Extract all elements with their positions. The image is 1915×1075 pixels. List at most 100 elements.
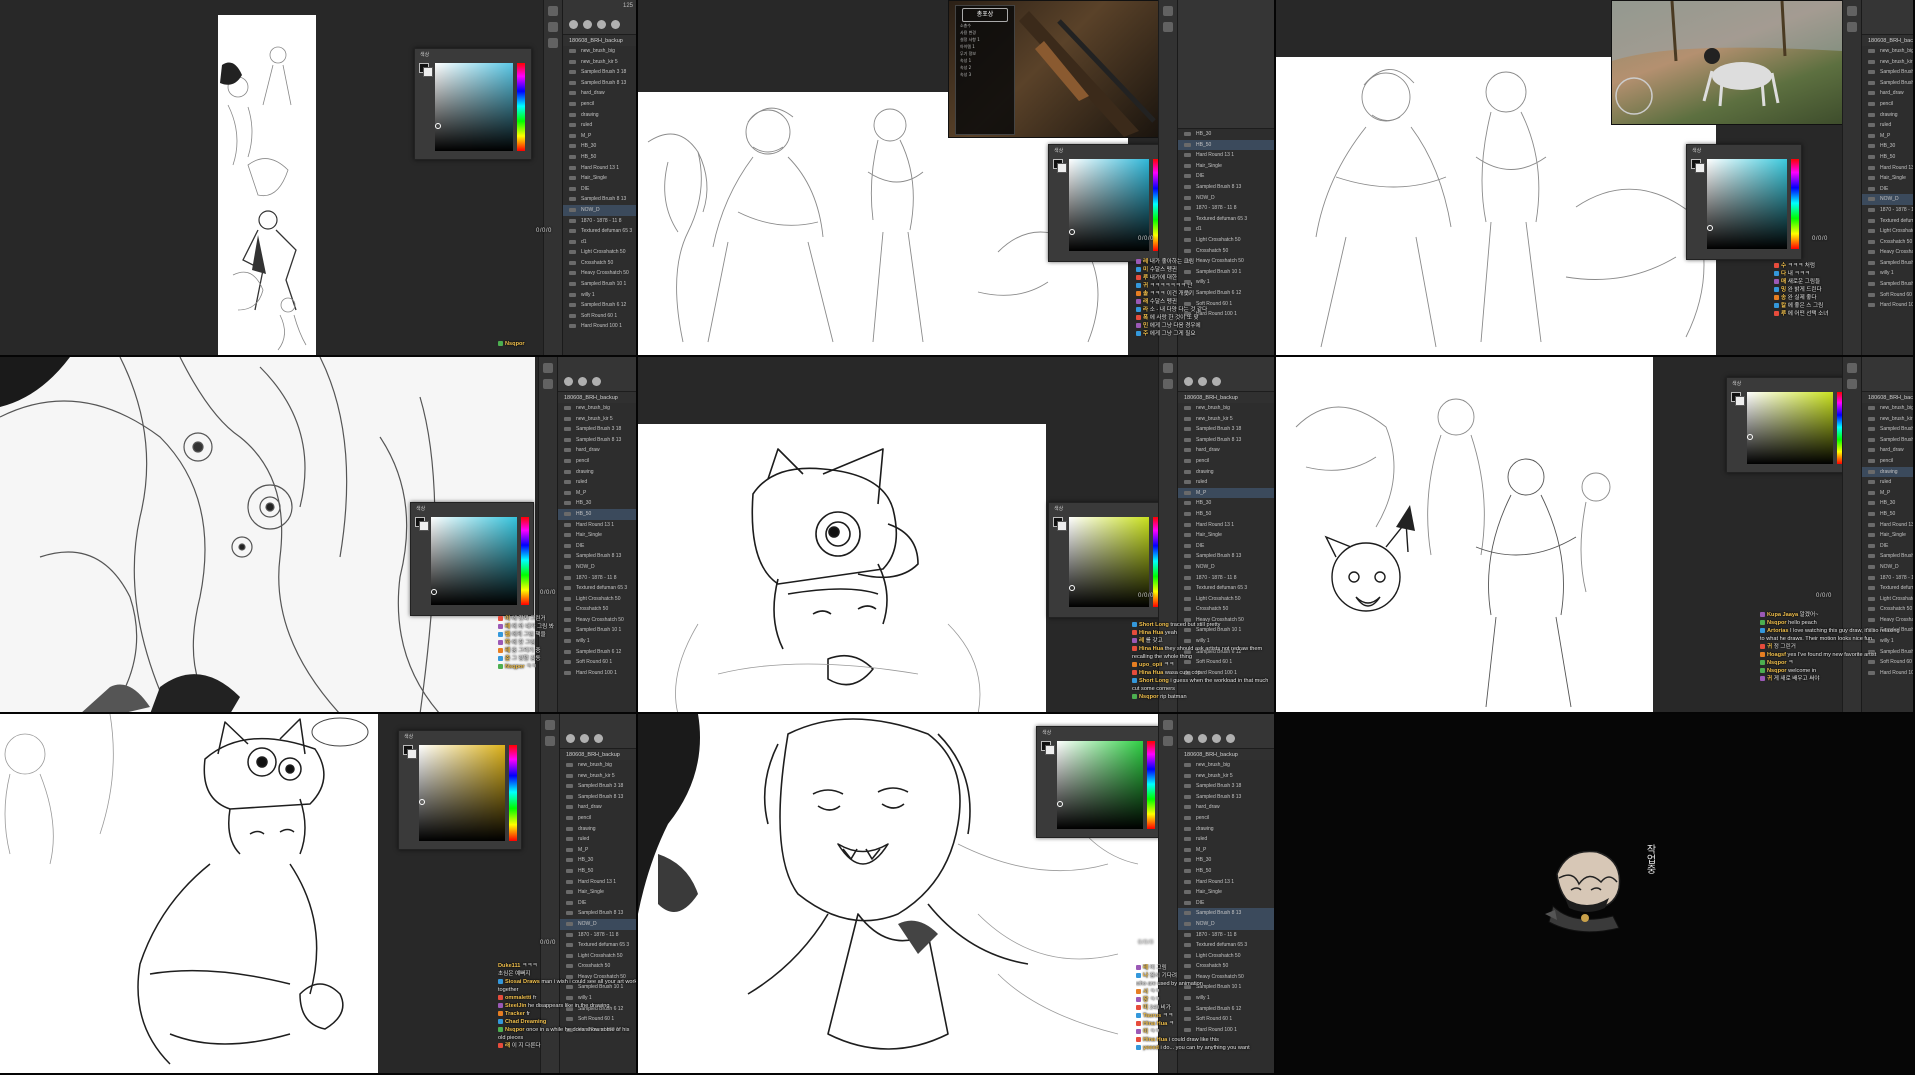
- brush-item[interactable]: Light Crosshatch 50: [1178, 594, 1274, 605]
- brush-tips[interactable]: [569, 16, 633, 29]
- brush-item[interactable]: HB_50: [563, 152, 636, 163]
- drawing-canvas[interactable]: [638, 424, 1046, 712]
- brush-tool-icon[interactable]: [548, 6, 558, 16]
- brush-item[interactable]: Sampled Brush 8 13: [558, 551, 636, 562]
- brush-item-selected[interactable]: NOW_D: [563, 204, 636, 216]
- brush-folder[interactable]: 180608_BRH_backup: [558, 392, 636, 403]
- brush-item[interactable]: DIE: [560, 898, 636, 909]
- brush-item[interactable]: Hard Round 13 1: [1178, 520, 1274, 531]
- saturation-field[interactable]: [1747, 392, 1833, 464]
- brush-item[interactable]: Sampled Brush 8 13: [1178, 182, 1274, 193]
- brush-item[interactable]: M_P: [1862, 131, 1913, 142]
- brush-item[interactable]: Light Crosshatch 50: [1862, 226, 1913, 237]
- brush-item[interactable]: DIE: [558, 541, 636, 552]
- brush-item[interactable]: pencil: [1862, 99, 1913, 110]
- brush-item[interactable]: Light Crosshatch 50: [563, 247, 636, 258]
- brush-item[interactable]: Sampled Brush 3 18: [560, 781, 636, 792]
- brush-folder[interactable]: 180608_BRH_backup: [1178, 392, 1274, 403]
- brush-item[interactable]: Sampled Brush 6 12: [563, 300, 636, 311]
- brush-item[interactable]: Hard Round 13 1: [1178, 150, 1274, 161]
- brush-item[interactable]: new_brush_big: [1862, 46, 1913, 57]
- brush-item[interactable]: Sampled Brush 10 1: [1862, 258, 1913, 269]
- brush-item[interactable]: 1870 - 1878 - 11 8: [1862, 573, 1913, 584]
- color-picker[interactable]: 색상: [1048, 144, 1164, 262]
- brush-item[interactable]: new_brush_kir 5: [558, 414, 636, 425]
- brush-item[interactable]: HB_30: [558, 498, 636, 509]
- brush-folder[interactable]: 180608_BRH_backup: [1862, 35, 1913, 46]
- hue-slider[interactable]: [521, 517, 529, 605]
- drawing-canvas[interactable]: [218, 15, 316, 355]
- drawing-canvas[interactable]: [1276, 357, 1653, 712]
- brush-item[interactable]: DIE: [1178, 171, 1274, 182]
- eraser-tool-icon[interactable]: [1163, 22, 1173, 32]
- brush-item-selected[interactable]: HB_50: [558, 508, 636, 520]
- background-swatch[interactable]: [423, 67, 433, 77]
- brush-item[interactable]: HB_50: [1862, 152, 1913, 163]
- background-swatch[interactable]: [1695, 163, 1705, 173]
- brush-item[interactable]: HB_30: [1178, 855, 1274, 866]
- brush-item[interactable]: Hair_Single: [558, 530, 636, 541]
- brush-item[interactable]: d1: [563, 237, 636, 248]
- brush-item[interactable]: ruled: [563, 120, 636, 131]
- saturation-field[interactable]: [1707, 159, 1787, 249]
- brush-item[interactable]: HB_30: [1178, 129, 1274, 140]
- brush-item[interactable]: Light Crosshatch 50: [1178, 951, 1274, 962]
- brush-item[interactable]: Hard Round 13 1: [558, 520, 636, 531]
- brush-item[interactable]: Light Crosshatch 50: [560, 951, 636, 962]
- brush-item[interactable]: Heavy Crosshatch 50: [1862, 247, 1913, 258]
- background-swatch[interactable]: [407, 749, 417, 759]
- brush-tool-icon[interactable]: [1163, 363, 1173, 373]
- brush-item[interactable]: Hard Round 13 1: [1862, 163, 1913, 174]
- brush-item[interactable]: Hard Round 100 1: [563, 321, 636, 332]
- brush-item[interactable]: pencil: [563, 99, 636, 110]
- brush-item[interactable]: Sampled Brush 3 18: [1178, 781, 1274, 792]
- brush-item[interactable]: HB_30: [1862, 141, 1913, 152]
- brush-item[interactable]: HB_50: [1178, 866, 1274, 877]
- drawing-canvas[interactable]: [0, 714, 378, 1073]
- brush-item[interactable]: Sampled Brush 3 18: [563, 67, 636, 78]
- brush-item[interactable]: Hair_Single: [563, 173, 636, 184]
- brush-item-selected[interactable]: drawing: [1862, 466, 1913, 478]
- brush-item[interactable]: Sampled Brush 8 13: [563, 194, 636, 205]
- brush-item[interactable]: hard_draw: [1178, 445, 1274, 456]
- brush-item[interactable]: hard_draw: [563, 88, 636, 99]
- brush-item[interactable]: hard_draw: [1862, 88, 1913, 99]
- brush-item[interactable]: hard_draw: [1178, 802, 1274, 813]
- brush-item[interactable]: Sampled Brush 8 13: [1178, 551, 1274, 562]
- brush-item[interactable]: Sampled Brush 8 13: [558, 435, 636, 446]
- brush-tool-icon[interactable]: [1847, 6, 1857, 16]
- eraser-tool-icon[interactable]: [1163, 379, 1173, 389]
- background-swatch[interactable]: [1057, 163, 1067, 173]
- brush-item[interactable]: Hard Round 13 1: [1862, 520, 1913, 531]
- brush-item[interactable]: DIE: [1862, 184, 1913, 195]
- brush-item[interactable]: Textured defuman 65 3: [563, 226, 636, 237]
- brush-item-selected[interactable]: NOW_D: [1178, 918, 1274, 930]
- background-swatch[interactable]: [1045, 745, 1055, 755]
- hue-slider[interactable]: [1147, 741, 1155, 829]
- brush-item[interactable]: new_brush_kir 5: [563, 57, 636, 68]
- eraser-tool-icon[interactable]: [543, 379, 553, 389]
- brush-tips[interactable]: [1184, 373, 1271, 386]
- brush-item[interactable]: Sampled Brush 8 13: [1862, 551, 1913, 562]
- brush-item[interactable]: drawing: [560, 824, 636, 835]
- saturation-field[interactable]: [419, 745, 505, 841]
- background-swatch[interactable]: [419, 521, 429, 531]
- brush-item[interactable]: drawing: [563, 110, 636, 121]
- brush-item[interactable]: Sampled Brush 3 18: [1862, 424, 1913, 435]
- brush-item[interactable]: Light Crosshatch 50: [558, 594, 636, 605]
- brush-item-selected[interactable]: HB_50: [1178, 139, 1274, 151]
- brush-item[interactable]: 1870 - 1878 - 11 8: [560, 930, 636, 941]
- brush-item[interactable]: ruled: [558, 477, 636, 488]
- background-swatch[interactable]: [1735, 396, 1745, 406]
- color-picker[interactable]: 색상: [414, 48, 532, 160]
- brush-item[interactable]: hard_draw: [1862, 445, 1913, 456]
- brush-item[interactable]: pencil: [558, 456, 636, 467]
- brush-item[interactable]: Crosshatch 50: [558, 604, 636, 615]
- brush-item[interactable]: HB_50: [1862, 509, 1913, 520]
- color-picker[interactable]: 색상: [1726, 377, 1850, 473]
- brush-item[interactable]: Hard Round 13 1: [1178, 877, 1274, 888]
- brush-item[interactable]: Hard Round 100 1: [1862, 300, 1913, 311]
- color-picker[interactable]: 색상: [1048, 502, 1164, 618]
- brush-item-selected[interactable]: Sampled Brush 8 13: [1178, 908, 1274, 919]
- brush-item[interactable]: Textured defuman 65 3: [1178, 940, 1274, 951]
